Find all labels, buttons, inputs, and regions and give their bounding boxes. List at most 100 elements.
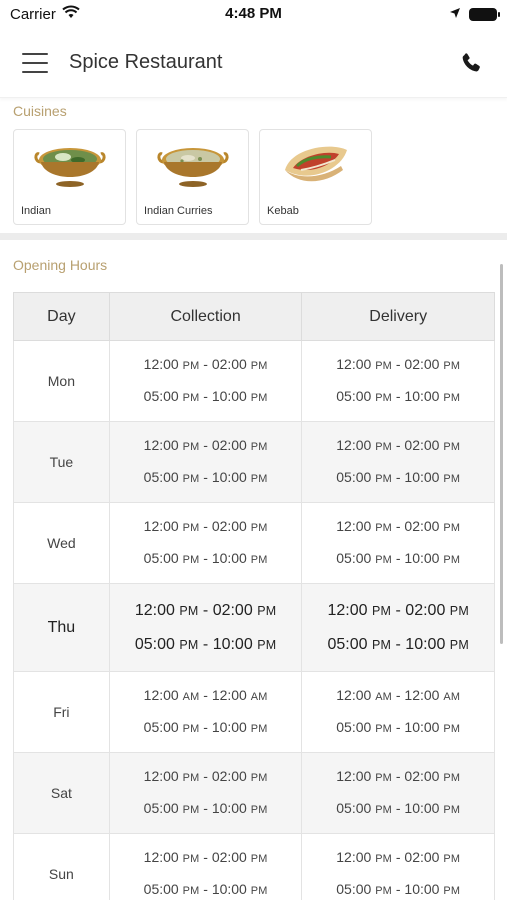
day-cell: Sat [13, 752, 110, 834]
curry-dish-icon [156, 140, 230, 195]
cuisines-label: Cuisines [13, 103, 67, 119]
time-value: 12:00 [143, 768, 179, 784]
table-row: Mon 12:00 PM - 02:00 PM 05:00 PM - 10:00 P… [13, 340, 495, 422]
time-value: 02:00 [211, 518, 247, 534]
time-value: 10:00 [404, 719, 440, 735]
meridiem: PM [182, 804, 200, 816]
time-slot: 05:00 PM - 10:00 PM [143, 719, 268, 735]
time-value: 02:00 [404, 518, 440, 534]
time-value: 12:00 [336, 518, 372, 534]
time-slot: 05:00 PM - 10:00 PM [143, 388, 268, 404]
time-slot: 05:00 PM - 10:00 PM [336, 550, 461, 566]
delivery-cell: 12:00 PM - 02:00 PM 05:00 PM - 10:00 PM [301, 752, 495, 834]
time-slot: 05:00 PM - 10:00 PM [336, 800, 461, 816]
cuisine-name: Kebab [267, 205, 299, 217]
meridiem: PM [250, 853, 268, 865]
collection-cell: 12:00 AM - 12:00 AM 05:00 PM - 10:00 PM [108, 671, 303, 753]
meridiem: PM [250, 392, 268, 404]
time-value: 12:00 [336, 687, 372, 703]
time-slot: 05:00 PM - 10:00 PM [336, 719, 461, 735]
time-slot: 12:00 PM - 02:00 PM [336, 768, 461, 784]
meridiem: PM [182, 473, 200, 485]
time-slot: 05:00 PM - 10:00 PM [143, 800, 268, 816]
time-value: 10:00 [404, 388, 440, 404]
time-value: 05:00 [336, 800, 372, 816]
time-slot: 05:00 PM - 10:00 PM [327, 635, 469, 653]
time-slot: 12:00 PM - 02:00 PM [143, 356, 268, 372]
table-row: Sun 12:00 PM - 02:00 PM 05:00 PM - 10:00 P… [13, 833, 495, 900]
meridiem: PM [375, 392, 392, 404]
cuisine-card-indian[interactable]: Indian [13, 129, 126, 225]
status-right [449, 6, 500, 23]
time-value: 12:00 [336, 437, 372, 453]
meridiem: PM [443, 885, 461, 897]
battery-icon [469, 7, 500, 21]
day-cell: Mon [13, 340, 110, 422]
time-slot: 05:00 PM - 10:00 PM [134, 635, 277, 653]
collection-cell: 12:00 PM - 02:00 PM 05:00 PM - 10:00 PM [108, 502, 303, 584]
time-value: 02:00 [404, 437, 440, 453]
collection-cell: 12:00 PM - 02:00 PM 05:00 PM - 10:00 PM [108, 421, 303, 503]
meridiem: PM [182, 392, 200, 404]
time-value: 05:00 [143, 469, 179, 485]
cuisine-card-indian-curries[interactable]: Indian Curries [136, 129, 249, 225]
time-value: 02:00 [211, 768, 247, 784]
day-cell: Thu [13, 583, 110, 672]
meridiem: PM [182, 723, 200, 735]
time-slot: 12:00 AM - 12:00 AM [336, 687, 461, 703]
meridiem: PM [182, 360, 200, 372]
time-value: 02:00 [405, 601, 446, 619]
indian-dish-icon [33, 140, 107, 195]
cuisine-card-kebab[interactable]: Kebab [259, 129, 372, 225]
table-row: Thu 12:00 PM - 02:00 PM 05:00 PM - 10:00 P… [13, 583, 495, 672]
column-header-delivery: Delivery [301, 292, 495, 341]
time-value: 05:00 [143, 388, 179, 404]
time-value: 10:00 [211, 881, 247, 897]
meridiem: PM [443, 723, 461, 735]
time-value: 12:00 [336, 768, 372, 784]
time-value: 12:00 [134, 601, 175, 619]
day-cell: Wed [13, 502, 110, 584]
time-value: 02:00 [211, 849, 247, 865]
kebab-wrap-icon [279, 140, 353, 195]
time-value: 12:00 [327, 601, 368, 619]
meridiem: PM [443, 772, 461, 784]
time-value: 10:00 [404, 800, 440, 816]
meridiem: PM [443, 853, 461, 865]
scrollbar[interactable] [500, 264, 503, 644]
hamburger-icon[interactable] [22, 52, 48, 73]
time-value: 02:00 [211, 356, 247, 372]
cuisine-list: Indian Indian Curries Kebab [0, 119, 507, 225]
meridiem: PM [179, 637, 199, 652]
page-title: Spice Restaurant [69, 51, 223, 73]
day-cell: Sun [13, 833, 110, 900]
time-value: 05:00 [327, 635, 368, 653]
day-cell: Fri [13, 671, 110, 753]
time-value: 02:00 [404, 768, 440, 784]
table-row: Fri 12:00 AM - 12:00 AM 05:00 PM - 10:00 P… [13, 671, 495, 753]
time-value: 10:00 [404, 881, 440, 897]
time-slot: 12:00 PM - 02:00 PM [327, 601, 469, 619]
time-slot: 12:00 PM - 02:00 PM [143, 437, 268, 453]
time-slot: 12:00 PM - 02:00 PM [143, 518, 268, 534]
meridiem: PM [182, 853, 200, 865]
delivery-cell: 12:00 PM - 02:00 PM 05:00 PM - 10:00 PM [301, 421, 495, 503]
meridiem: AM [443, 691, 461, 703]
meridiem: PM [375, 853, 392, 865]
time-value: 05:00 [134, 635, 175, 653]
time-value: 12:00 [143, 437, 179, 453]
opening-hours-table: Day Collection Delivery Mon 12:00 PM - 02… [13, 292, 495, 900]
app-header: Spice Restaurant [0, 28, 507, 98]
time-slot: 12:00 PM - 02:00 PM [336, 849, 461, 865]
time-slot: 12:00 PM - 02:00 PM [134, 601, 277, 619]
time-value: 12:00 [336, 356, 372, 372]
meridiem: PM [250, 473, 268, 485]
time-value: 05:00 [143, 800, 179, 816]
delivery-cell: 12:00 PM - 02:00 PM 05:00 PM - 10:00 PM [301, 833, 495, 900]
time-value: 12:00 [143, 849, 179, 865]
delivery-cell: 12:00 AM - 12:00 AM 05:00 PM - 10:00 PM [301, 671, 495, 753]
time-value: 05:00 [336, 469, 372, 485]
meridiem: PM [250, 554, 268, 566]
meridiem: PM [371, 637, 392, 652]
phone-icon[interactable] [457, 49, 485, 77]
